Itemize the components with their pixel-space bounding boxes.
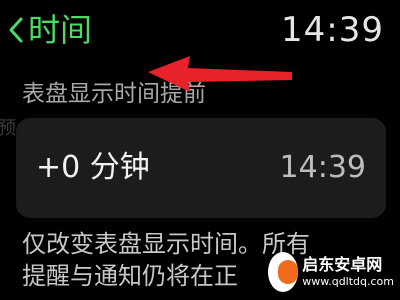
back-button[interactable]: 时间	[8, 10, 92, 50]
watch-screen: 时间 14:39 表盘显示时间提前 预 +0 分钟 14:39 仅改变表盘显示时…	[0, 0, 400, 300]
section-header: 表盘显示时间提前	[22, 81, 206, 107]
chevron-left-icon	[8, 16, 24, 44]
clock: 14:39	[281, 10, 384, 50]
offset-value: +0 分钟	[36, 150, 150, 185]
time-offset-row[interactable]: +0 分钟 14:39	[16, 118, 386, 218]
side-glyph: 预	[0, 118, 16, 139]
watermark: 启东安卓网 www.qdltdq.com	[268, 250, 394, 294]
watermark-url: www.qdltdq.com	[302, 275, 394, 288]
offset-time: 14:39	[279, 150, 366, 185]
watermark-logo-icon	[268, 252, 299, 292]
watermark-name: 启东安卓网	[302, 255, 383, 274]
back-title: 时间	[28, 11, 93, 49]
